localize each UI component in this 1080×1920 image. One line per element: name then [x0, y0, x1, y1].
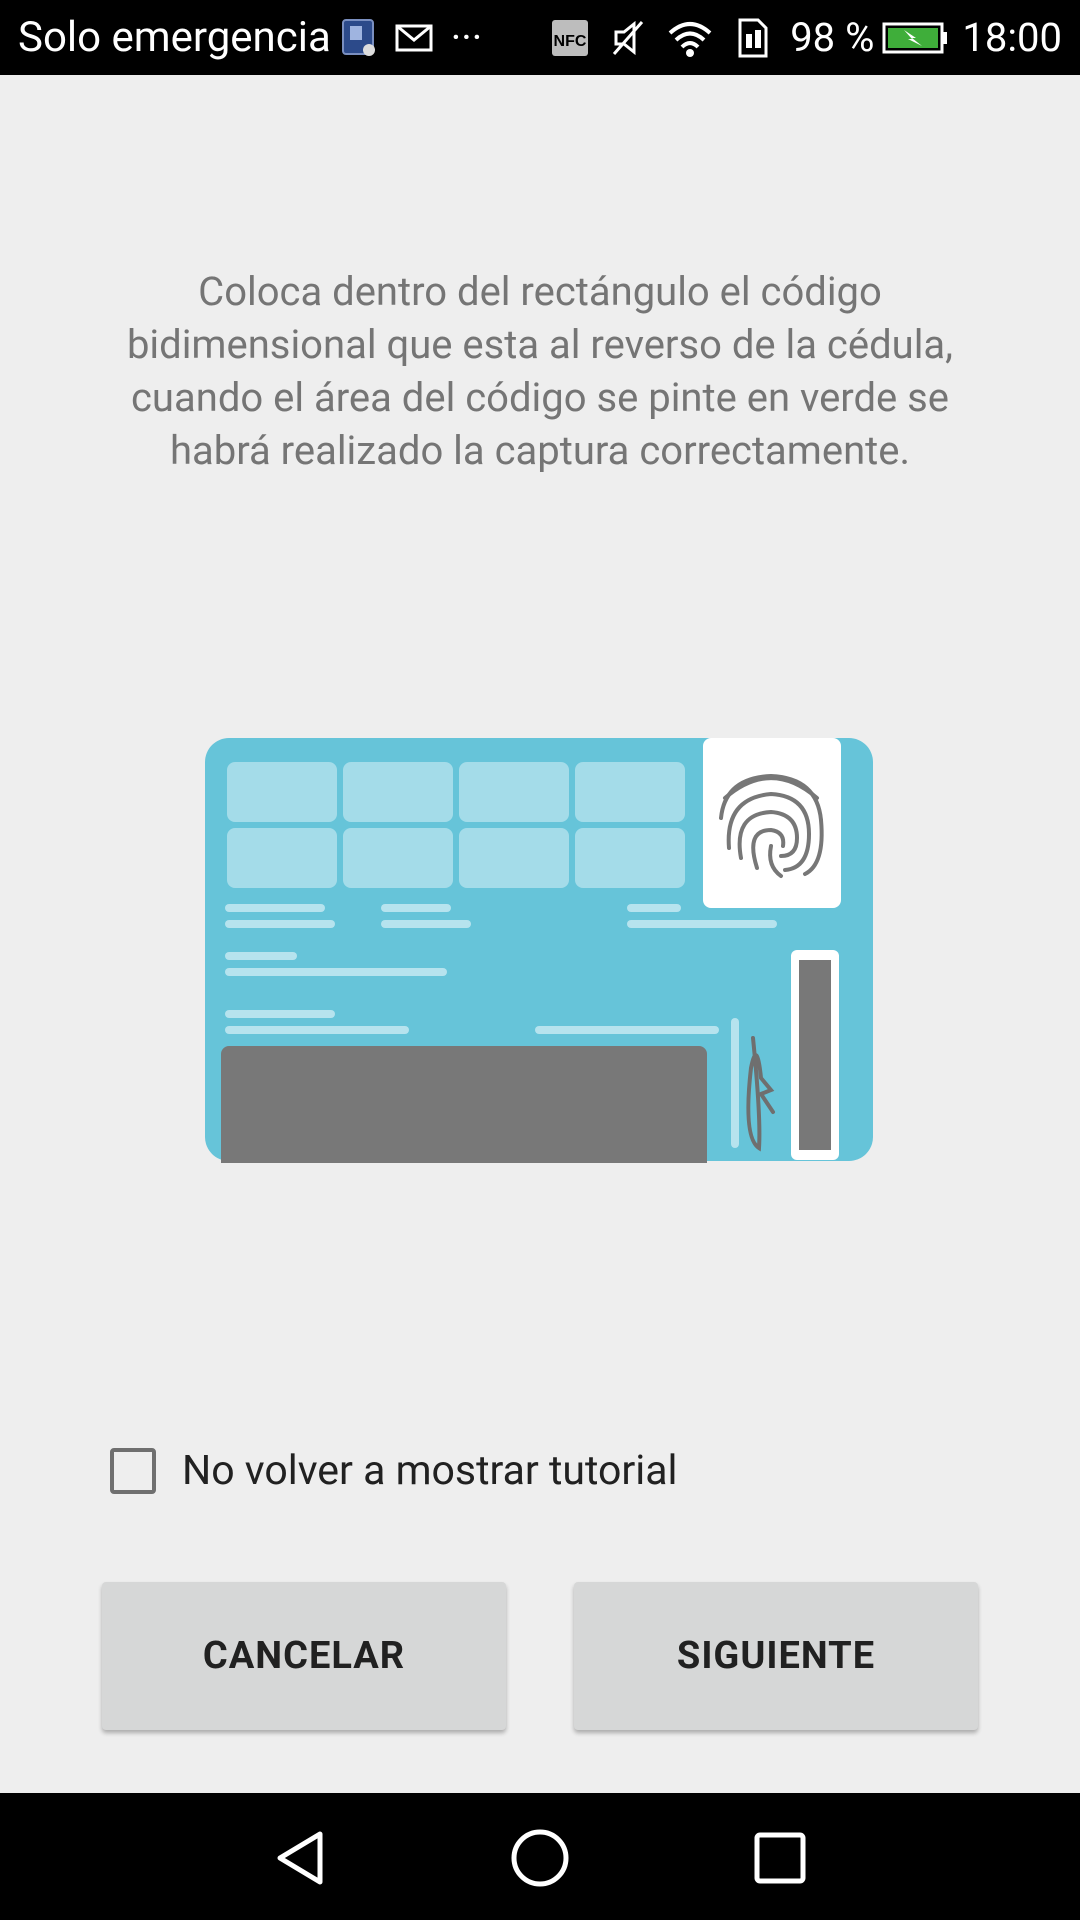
instruction-text: Coloca dentro del rectángulo el código b… [126, 268, 954, 474]
dont-show-again-label: No volver a mostrar tutorial [182, 1447, 678, 1495]
battery-percent: 98 % [790, 14, 875, 61]
wifi-icon [666, 19, 714, 57]
nfc-icon: NFC [550, 18, 590, 58]
mail-icon [395, 23, 433, 53]
status-bar: Solo emergencia ··· NFC 98 % 18:00 [0, 0, 1080, 75]
id-card-illustration [205, 738, 875, 1163]
clock: 18:00 [962, 14, 1062, 61]
battery-charging-icon [882, 21, 948, 55]
back-icon[interactable] [265, 1823, 335, 1893]
svg-text:NFC: NFC [554, 33, 587, 50]
cancel-button[interactable]: CANCELAR [102, 1582, 506, 1730]
dont-show-again-checkbox[interactable] [110, 1448, 156, 1494]
data-icon [734, 18, 770, 58]
home-icon[interactable] [505, 1823, 575, 1893]
barcode-area [221, 1046, 707, 1163]
next-button[interactable]: SIGUIENTE [574, 1582, 978, 1730]
carrier-label: Solo emergencia [18, 13, 331, 62]
vibrate-off-icon [610, 18, 646, 58]
recents-icon[interactable] [745, 1823, 815, 1893]
dont-show-again-row[interactable]: No volver a mostrar tutorial [110, 1441, 678, 1501]
sim-alert-icon [341, 18, 379, 58]
navigation-bar [0, 1793, 1080, 1920]
more-icon: ··· [450, 14, 483, 61]
